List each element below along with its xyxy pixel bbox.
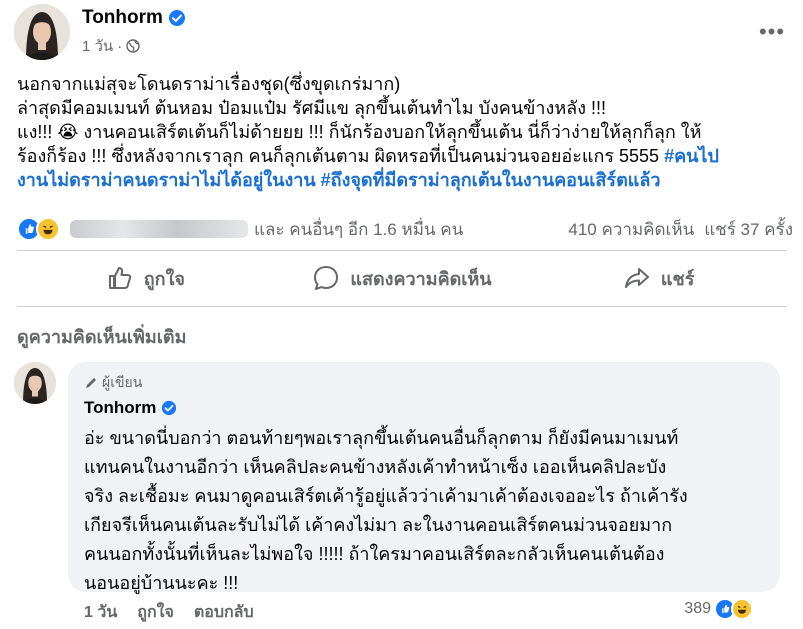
commenter-avatar[interactable]	[14, 362, 56, 404]
comment-reactions[interactable]: 389	[684, 598, 753, 620]
verified-badge-icon	[162, 400, 177, 416]
comment-label: แสดงความคิดเห็น	[350, 268, 492, 289]
comment-line: จริง ละเชื้อมะ คนมาดูคอนเสิร์ตเค้ารู้อยู…	[84, 486, 688, 506]
author-badge: ผู้เขียน	[84, 372, 142, 394]
comment-time[interactable]: 1 วัน	[84, 600, 117, 625]
like-label: ถูกใจ	[143, 268, 185, 289]
comment-body: อ่ะ ขนาดนี่บอกว่า ตอนท้ายๆพอเราลุกขึ้นเต…	[84, 424, 774, 598]
comment-line: เกียจรีเห็นคนเต้นละรับไม่ได้ เค้าคงไม่มา…	[84, 515, 673, 535]
hashtag-line[interactable]: งานไม่ดราม่าคนดราม่าไม่ได้อยู่ในงาน #ถึง…	[17, 168, 787, 192]
comment-author-text[interactable]: Tonhorm	[84, 398, 156, 418]
haha-reaction-icon	[731, 598, 753, 620]
verified-badge-icon	[168, 10, 185, 26]
post-line: แง!!! 😭 งานคอนเสิร์ตเต้นก็ไม่ด้ายยย !!! …	[17, 122, 702, 142]
share-arrow-icon	[624, 268, 649, 288]
post-action-bar: ถูกใจ แสดงความคิดเห็น แชร์	[17, 256, 787, 300]
hashtag-link[interactable]: #คนไป	[664, 146, 719, 166]
post-stats: 410 ความคิดเห็น แชร์ 37 ครั้ง	[568, 216, 793, 243]
comment-line: คนนอกทั้งนั้นที่เห็นละไม่พอใจ !!!!! ถ้าใ…	[84, 544, 665, 564]
share-label: แชร์	[660, 268, 695, 289]
divider	[17, 250, 787, 251]
meta-separator: ·	[117, 37, 123, 55]
comment-button[interactable]: แสดงความคิดเห็น	[274, 256, 531, 300]
author-name-text[interactable]: Tonhorm	[82, 7, 163, 29]
post-body: นอกจากแม่สุจะโดนดราม่าเรื่องชุด(ซึ่งขุดเ…	[17, 72, 787, 192]
reaction-icons[interactable]	[17, 217, 60, 241]
like-button[interactable]: ถูกใจ	[17, 256, 274, 300]
blurred-name[interactable]	[70, 220, 248, 238]
post-time[interactable]: 1 วัน	[82, 34, 113, 58]
post-line: นอกจากแม่สุจะโดนดราม่าเรื่องชุด(ซึ่งขุดเ…	[17, 74, 401, 94]
comment-line: นอนอยู่บ้านนะคะ !!!	[84, 573, 239, 593]
thumbs-up-icon	[108, 267, 131, 289]
comment-line: แทนคนในงานอีกว่า เห็นคลิปละคนข้างหลังเค้…	[84, 457, 667, 477]
more-options-button[interactable]: •••	[754, 14, 790, 50]
pen-icon	[86, 378, 96, 388]
divider	[17, 306, 787, 307]
comment-author[interactable]: Tonhorm	[84, 398, 177, 418]
globe-icon	[126, 39, 140, 53]
post-line: ล่าสุดมีคอมเมนท์ ต้นหอม ป๋อมแป๋ม รัศมีแข…	[17, 98, 607, 118]
shares-count[interactable]: แชร์ 37 ครั้ง	[704, 216, 793, 243]
comment-bubble: ผู้เขียน Tonhorm อ่ะ ขนาดนี่บอกว่า ตอนท้…	[68, 362, 780, 593]
haha-reaction-icon	[36, 217, 60, 241]
view-more-comments-link[interactable]: ดูความคิดเห็นเพิ่มเติม	[17, 322, 186, 351]
reactions-summary: และ คนอื่นๆ อีก 1.6 หมื่น คน 410 ความคิด…	[17, 216, 793, 242]
comment-bubble-icon	[314, 266, 339, 290]
comment-line: อ่ะ ขนาดนี่บอกว่า ตอนท้ายๆพอเราลุกขึ้นเต…	[84, 428, 679, 448]
author-name[interactable]: Tonhorm	[82, 7, 186, 29]
author-badge-label: ผู้เขียน	[102, 374, 143, 390]
post-line-text: ร้องก็ร้อง !!! ซึ่งหลังจากเราลุก คนก็ลุก…	[17, 146, 665, 166]
comment-like-button[interactable]: ถูกใจ	[137, 600, 174, 625]
comments-count[interactable]: 410 ความคิดเห็น	[568, 216, 694, 243]
comment-reaction-count: 389	[684, 600, 711, 617]
comment-reply-button[interactable]: ตอบกลับ	[194, 600, 254, 625]
post-meta: 1 วัน ·	[82, 34, 140, 58]
author-avatar[interactable]	[14, 4, 70, 60]
post-line: ร้องก็ร้อง !!! ซึ่งหลังจากเราลุก คนก็ลุก…	[17, 144, 787, 168]
share-button[interactable]: แชร์	[530, 256, 787, 300]
post-header: Tonhorm 1 วัน · •••	[14, 4, 790, 60]
reactions-others[interactable]: และ คนอื่นๆ อีก 1.6 หมื่น คน	[254, 216, 463, 243]
comment-footer: 1 วัน ถูกใจ ตอบกลับ	[84, 600, 254, 625]
